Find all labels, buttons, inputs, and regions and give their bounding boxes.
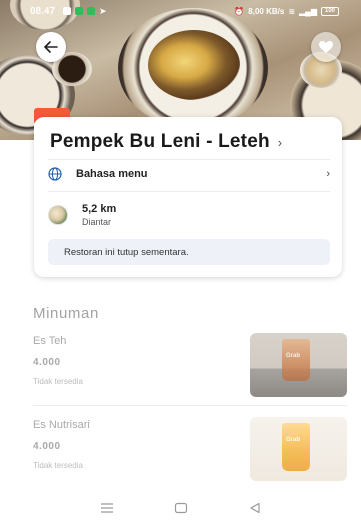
divider	[48, 159, 330, 160]
alarm-icon: ⏰	[234, 6, 245, 16]
menu-item-name: Es Nutrisari	[33, 419, 90, 431]
restaurant-info-card: Pempek Bu Leni - Leteh › Bahasa menu › 5…	[34, 117, 342, 277]
status-time: 08.47	[30, 5, 56, 17]
send-icon: ➤	[99, 5, 107, 16]
delivery-info-row: 5,2 km Diantar	[48, 201, 330, 229]
chevron-right-icon: ›	[326, 168, 330, 180]
divider	[33, 405, 347, 406]
delivery-avatar	[48, 205, 68, 225]
battery-icon: 100	[321, 6, 339, 16]
notification-icon	[63, 7, 72, 15]
restaurant-name: Pempek Bu Leni - Leteh	[50, 131, 270, 152]
closed-notice: Restoran ini tutup sementara.	[48, 239, 330, 265]
notification-icon	[75, 7, 84, 15]
menu-item-status: Tidak tersedia	[33, 377, 83, 386]
globe-icon	[48, 167, 62, 181]
language-label: Bahasa menu	[76, 168, 148, 180]
image-label: Grab	[286, 437, 301, 443]
pempek-food	[148, 30, 240, 100]
divider	[48, 191, 330, 192]
menu-item-name: Es Teh	[33, 335, 67, 347]
wifi-icon: ≋	[288, 6, 296, 16]
restaurant-title-row[interactable]: Pempek Bu Leni - Leteh ›	[50, 127, 330, 157]
arrow-left-icon	[44, 41, 58, 53]
menu-item-price: 4.000	[33, 357, 61, 368]
menu-item-status: Tidak tersedia	[33, 461, 83, 470]
drink-glass: Grab	[282, 339, 310, 381]
signal-icon: ▂▄▆	[299, 6, 317, 16]
chevron-right-icon: ›	[277, 134, 283, 150]
drink-glass: Grab	[282, 423, 310, 471]
net-speed: 8,00 KB/s	[248, 6, 285, 16]
delivery-mode: Diantar	[82, 217, 112, 227]
menu-item-image: Grab	[250, 333, 347, 397]
language-menu-row[interactable]: Bahasa menu ›	[48, 162, 330, 186]
favorite-button[interactable]	[311, 32, 341, 62]
square-icon[interactable]	[174, 502, 188, 514]
menu-item-image: Grab	[250, 417, 347, 481]
status-bar: 08.47 ➤ ⏰ 8,00 KB/s ≋ ▂▄▆ 100	[0, 0, 361, 22]
back-button[interactable]	[36, 32, 66, 62]
distance-value: 5,2 km	[82, 203, 117, 215]
menu-item[interactable]: Es Nutrisari 4.000 Tidak tersedia Grab	[33, 417, 348, 491]
system-nav-bar	[0, 496, 361, 520]
menu-section-title: Minuman	[33, 305, 99, 322]
menu-lines-icon[interactable]	[100, 503, 114, 513]
notification-icon	[87, 7, 96, 15]
menu-item-price: 4.000	[33, 441, 61, 452]
triangle-back-icon[interactable]	[249, 502, 261, 514]
heart-icon	[319, 41, 333, 53]
image-label: Grab	[286, 353, 301, 359]
menu-item[interactable]: Es Teh 4.000 Tidak tersedia Grab	[33, 333, 348, 407]
